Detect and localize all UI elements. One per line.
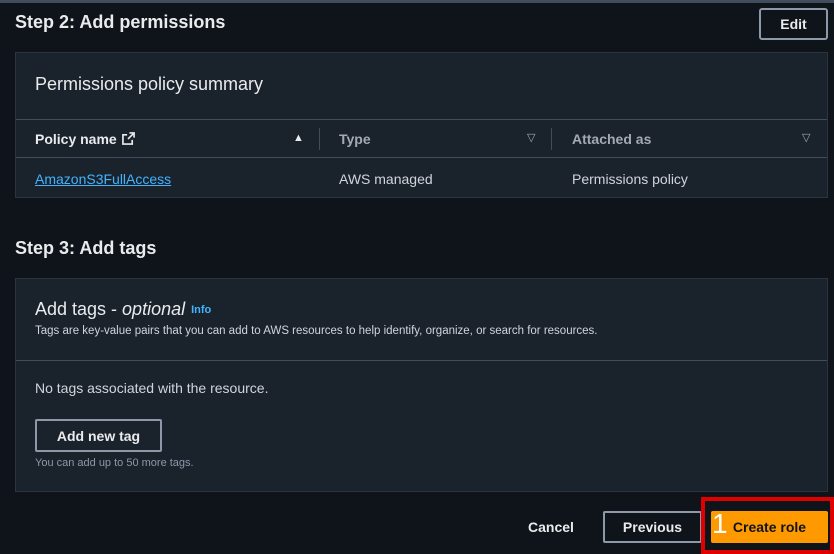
- column-label: Type: [339, 130, 371, 147]
- permissions-summary-panel: Permissions policy summary Policy name ▲…: [15, 52, 828, 198]
- tags-description: Tags are key-value pairs that you can ad…: [35, 325, 598, 337]
- divider: [16, 360, 827, 361]
- add-tags-title: Add tags - optional Info: [35, 299, 211, 320]
- sort-ascending-icon[interactable]: ▲: [293, 131, 304, 145]
- column-header-attached-as[interactable]: Attached as: [572, 120, 651, 157]
- column-label: Policy name: [35, 130, 117, 147]
- column-divider[interactable]: [551, 128, 552, 150]
- caret-down-icon[interactable]: ▽: [802, 131, 810, 145]
- column-label: Attached as: [572, 130, 652, 147]
- optional-label: optional: [122, 299, 186, 319]
- annotation-step-number: 1: [712, 508, 728, 539]
- column-divider[interactable]: [319, 128, 320, 150]
- add-tags-title-text: Add tags -: [35, 299, 123, 319]
- permissions-summary-title: Permissions policy summary: [35, 74, 264, 94]
- step3-title: Step 3: Add tags: [15, 238, 157, 258]
- top-border: [0, 0, 834, 3]
- table-row: AmazonS3FullAccess AWS managed Permissio…: [16, 159, 827, 199]
- cancel-button[interactable]: Cancel: [516, 512, 586, 542]
- add-new-tag-button[interactable]: Add new tag: [35, 419, 162, 452]
- edit-button[interactable]: Edit: [759, 8, 828, 40]
- policy-name-link[interactable]: AmazonS3FullAccess: [35, 171, 171, 187]
- caret-down-icon[interactable]: ▽: [527, 131, 535, 145]
- add-tags-panel: Add tags - optional Info Tags are key-val…: [15, 278, 828, 492]
- attached-as-cell: Permissions policy: [572, 171, 688, 187]
- step2-title: Step 2: Add permissions: [15, 12, 226, 32]
- info-link[interactable]: Info: [191, 304, 211, 316]
- tags-limit-hint: You can add up to 50 more tags.: [35, 457, 194, 469]
- column-header-policy-name[interactable]: Policy name: [35, 120, 135, 157]
- column-header-type[interactable]: Type: [339, 120, 371, 157]
- policy-type-cell: AWS managed: [339, 171, 433, 187]
- external-link-icon[interactable]: [121, 132, 135, 145]
- previous-button[interactable]: Previous: [603, 511, 702, 543]
- table-header: Policy name ▲ Type ▽ Attached as ▽: [16, 119, 827, 158]
- empty-tags-message: No tags associated with the resource.: [35, 380, 269, 396]
